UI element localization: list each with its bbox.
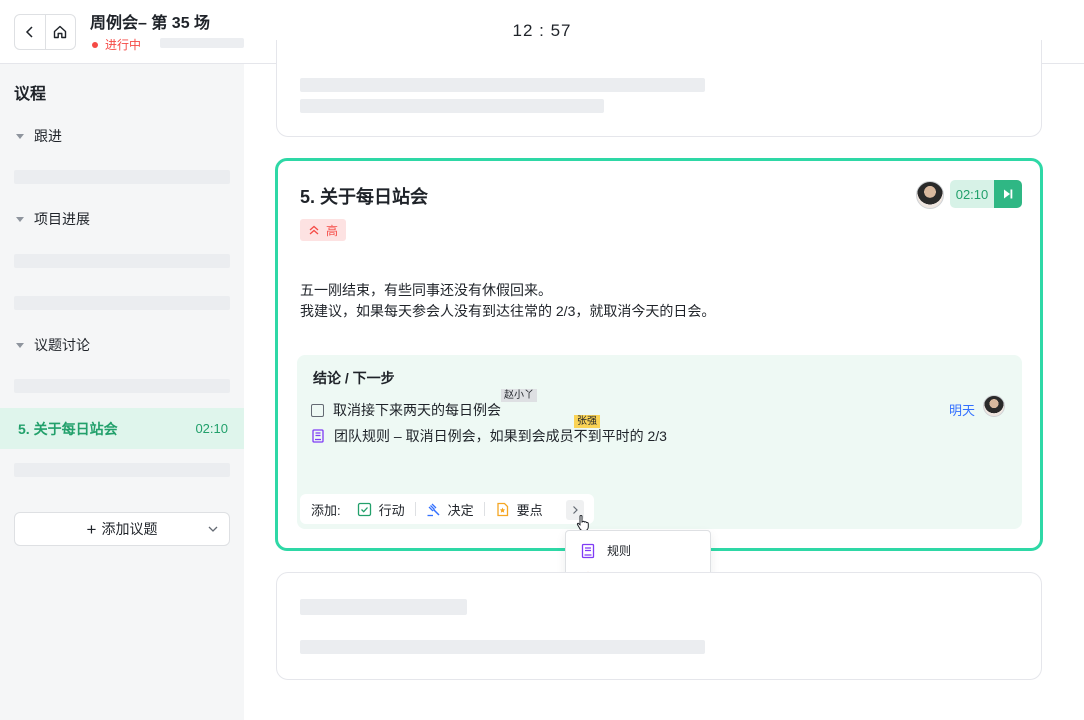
priority-label: 高 xyxy=(326,223,339,238)
sidebar-item-daily-standup[interactable]: 5. 关于每日站会 02:10 xyxy=(0,408,244,449)
conclusion-title: 结论 / 下一步 xyxy=(313,370,395,386)
placeholder-line xyxy=(300,599,467,615)
sidebar-item-time: 02:10 xyxy=(195,421,228,436)
action-checkbox[interactable] xyxy=(311,403,324,417)
add-topic-button[interactable]: + 添加议题 xyxy=(14,512,230,546)
add-decision-button[interactable]: 决定 xyxy=(426,500,474,519)
section-discussion[interactable]: 议题讨论 xyxy=(14,335,90,355)
due-date[interactable]: 明天 xyxy=(949,400,975,419)
option-label: 决定 xyxy=(447,502,474,518)
topic-title: 5. 关于每日站会 xyxy=(300,187,429,207)
plus-icon: + xyxy=(86,519,97,539)
skip-next-icon xyxy=(1004,189,1013,199)
section-progress[interactable]: 项目进展 xyxy=(14,209,90,229)
assignee-avatar[interactable] xyxy=(983,395,1005,417)
rule-text[interactable]: 团队规则 – 取消日例会，如果到会成员不到平时的 2/3 xyxy=(334,426,667,446)
action-text[interactable]: 取消接下来两天的每日例会 xyxy=(333,400,501,420)
placeholder-item xyxy=(14,254,230,268)
placeholder-item xyxy=(14,170,230,184)
divider xyxy=(414,502,416,516)
rule-icon xyxy=(581,543,595,558)
agenda-sidebar: 议程 跟进 项目进展 议题讨论 5. 关于每日站会 02:10 + 添加议题 xyxy=(0,64,244,720)
add-action-button[interactable]: 行动 xyxy=(357,500,405,519)
timer-value: 02:10 xyxy=(950,180,994,208)
add-topic-label: 添加议题 xyxy=(101,521,158,537)
add-item-toolbar: 添加: 行动 决定 要点 xyxy=(300,494,594,524)
live-dot-icon xyxy=(92,41,98,48)
checkbox-icon xyxy=(357,502,371,516)
description-line: 我建议，如果每天参会人没有到达往常的 2/3，就取消今天的日会。 xyxy=(300,303,716,319)
placeholder-line xyxy=(300,99,604,113)
double-chevron-up-icon xyxy=(309,225,319,235)
caret-down-icon xyxy=(16,216,24,222)
rule-icon xyxy=(312,429,324,443)
section-followup[interactable]: 跟进 xyxy=(14,126,62,146)
option-label: 要点 xyxy=(516,502,543,518)
placeholder-line xyxy=(300,640,705,654)
star-note-icon xyxy=(497,502,508,516)
gavel-icon xyxy=(427,503,440,516)
collaborator-cursor-tag: 赵小丫 xyxy=(501,389,537,402)
owner-avatar[interactable] xyxy=(916,181,944,209)
topic-card-previous xyxy=(276,40,1042,137)
meeting-clock: 12 : 57 xyxy=(512,21,572,40)
conclusion-panel: 结论 / 下一步 取消接下来两天的每日例会 赵小丫 明天 团队规则 – 取消日例… xyxy=(297,355,1022,529)
placeholder-item xyxy=(14,296,230,310)
topic-card-current: 5. 关于每日站会 高 02:10 五一刚结束，有些同事还没有休假回来。 我建议… xyxy=(275,158,1043,551)
sidebar-item-label: 5. 关于每日站会 xyxy=(18,420,118,437)
placeholder-line xyxy=(300,78,705,92)
menu-item-label: 规则 xyxy=(607,544,632,558)
rule-item[interactable]: 团队规则 – 取消日例会，如果到会成员不到平时的 2/3 xyxy=(311,426,667,446)
divider xyxy=(483,502,485,516)
caret-down-icon xyxy=(16,133,24,139)
add-keypoint-button[interactable]: 要点 xyxy=(495,500,543,519)
placeholder-item xyxy=(14,463,230,477)
section-label: 议题讨论 xyxy=(34,337,90,353)
chevron-down-icon[interactable] xyxy=(207,523,219,535)
section-label: 跟进 xyxy=(34,128,62,144)
topic-description[interactable]: 五一刚结束，有些同事还没有休假回来。 我建议，如果每天参会人没有到达往常的 2/… xyxy=(300,280,715,322)
description-line: 五一刚结束，有些同事还没有休假回来。 xyxy=(300,282,552,298)
placeholder-item xyxy=(14,379,230,393)
topic-timer: 02:10 xyxy=(950,180,1022,208)
section-label: 项目进展 xyxy=(34,211,90,227)
topic-card-next xyxy=(276,572,1042,680)
action-item[interactable]: 取消接下来两天的每日例会 xyxy=(311,400,501,420)
add-label: 添加: xyxy=(311,502,341,518)
sidebar-title: 议程 xyxy=(14,86,47,103)
priority-badge[interactable]: 高 xyxy=(300,219,347,241)
next-topic-button[interactable] xyxy=(994,180,1022,208)
collaborator-cursor-tag: 张强 xyxy=(574,415,600,428)
caret-down-icon xyxy=(16,342,24,348)
menu-item-rule[interactable]: 规则 xyxy=(580,542,631,559)
option-label: 行动 xyxy=(378,502,405,518)
